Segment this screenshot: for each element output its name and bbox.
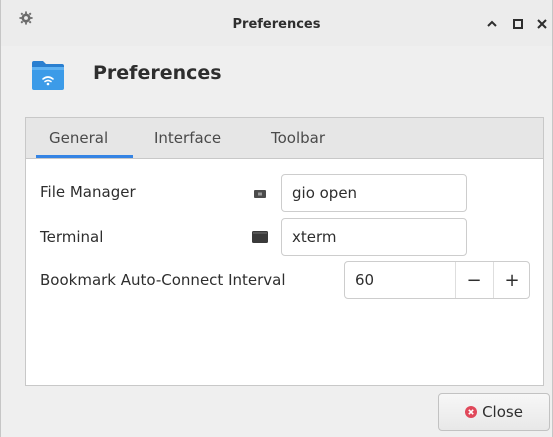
bookmark-interval-value[interactable]: 60 [355,262,374,298]
bookmark-interval-label: Bookmark Auto-Connect Interval [40,271,286,289]
maximize-icon [513,19,523,29]
terminal-field[interactable]: xterm [281,218,467,256]
tab-bar: General Interface Toolbar [26,118,543,159]
decrement-button[interactable]: − [455,262,492,298]
maximize-button[interactable] [511,17,525,31]
chevron-up-icon [487,20,497,27]
shade-button[interactable] [485,17,499,31]
preferences-window: Preferences Preferences General Interfac… [0,0,553,437]
terminal-icon [252,231,268,243]
bookmark-interval-spinbutton[interactable]: 60 − + [344,261,530,299]
folder-remote-icon [32,61,64,90]
file-manager-label: File Manager [40,183,136,201]
tab-interface[interactable]: Interface [154,129,221,147]
close-button[interactable]: Close [438,393,550,431]
preferences-notebook: General Interface Toolbar File Manager g… [25,117,544,386]
tab-general[interactable]: General [49,129,108,147]
close-icon [537,19,547,29]
file-manager-icon [254,190,266,198]
close-button-label: Close [482,403,523,421]
active-tab-indicator [36,155,133,158]
title-bar[interactable]: Preferences [1,0,552,46]
file-manager-field[interactable]: gio open [281,174,467,212]
increment-button[interactable]: + [493,262,530,298]
window-title: Preferences [232,17,321,32]
close-window-button[interactable] [535,17,549,31]
page-title: Preferences [93,62,222,84]
close-circle-icon [465,406,478,418]
terminal-label: Terminal [40,228,104,246]
tab-toolbar[interactable]: Toolbar [271,129,325,147]
